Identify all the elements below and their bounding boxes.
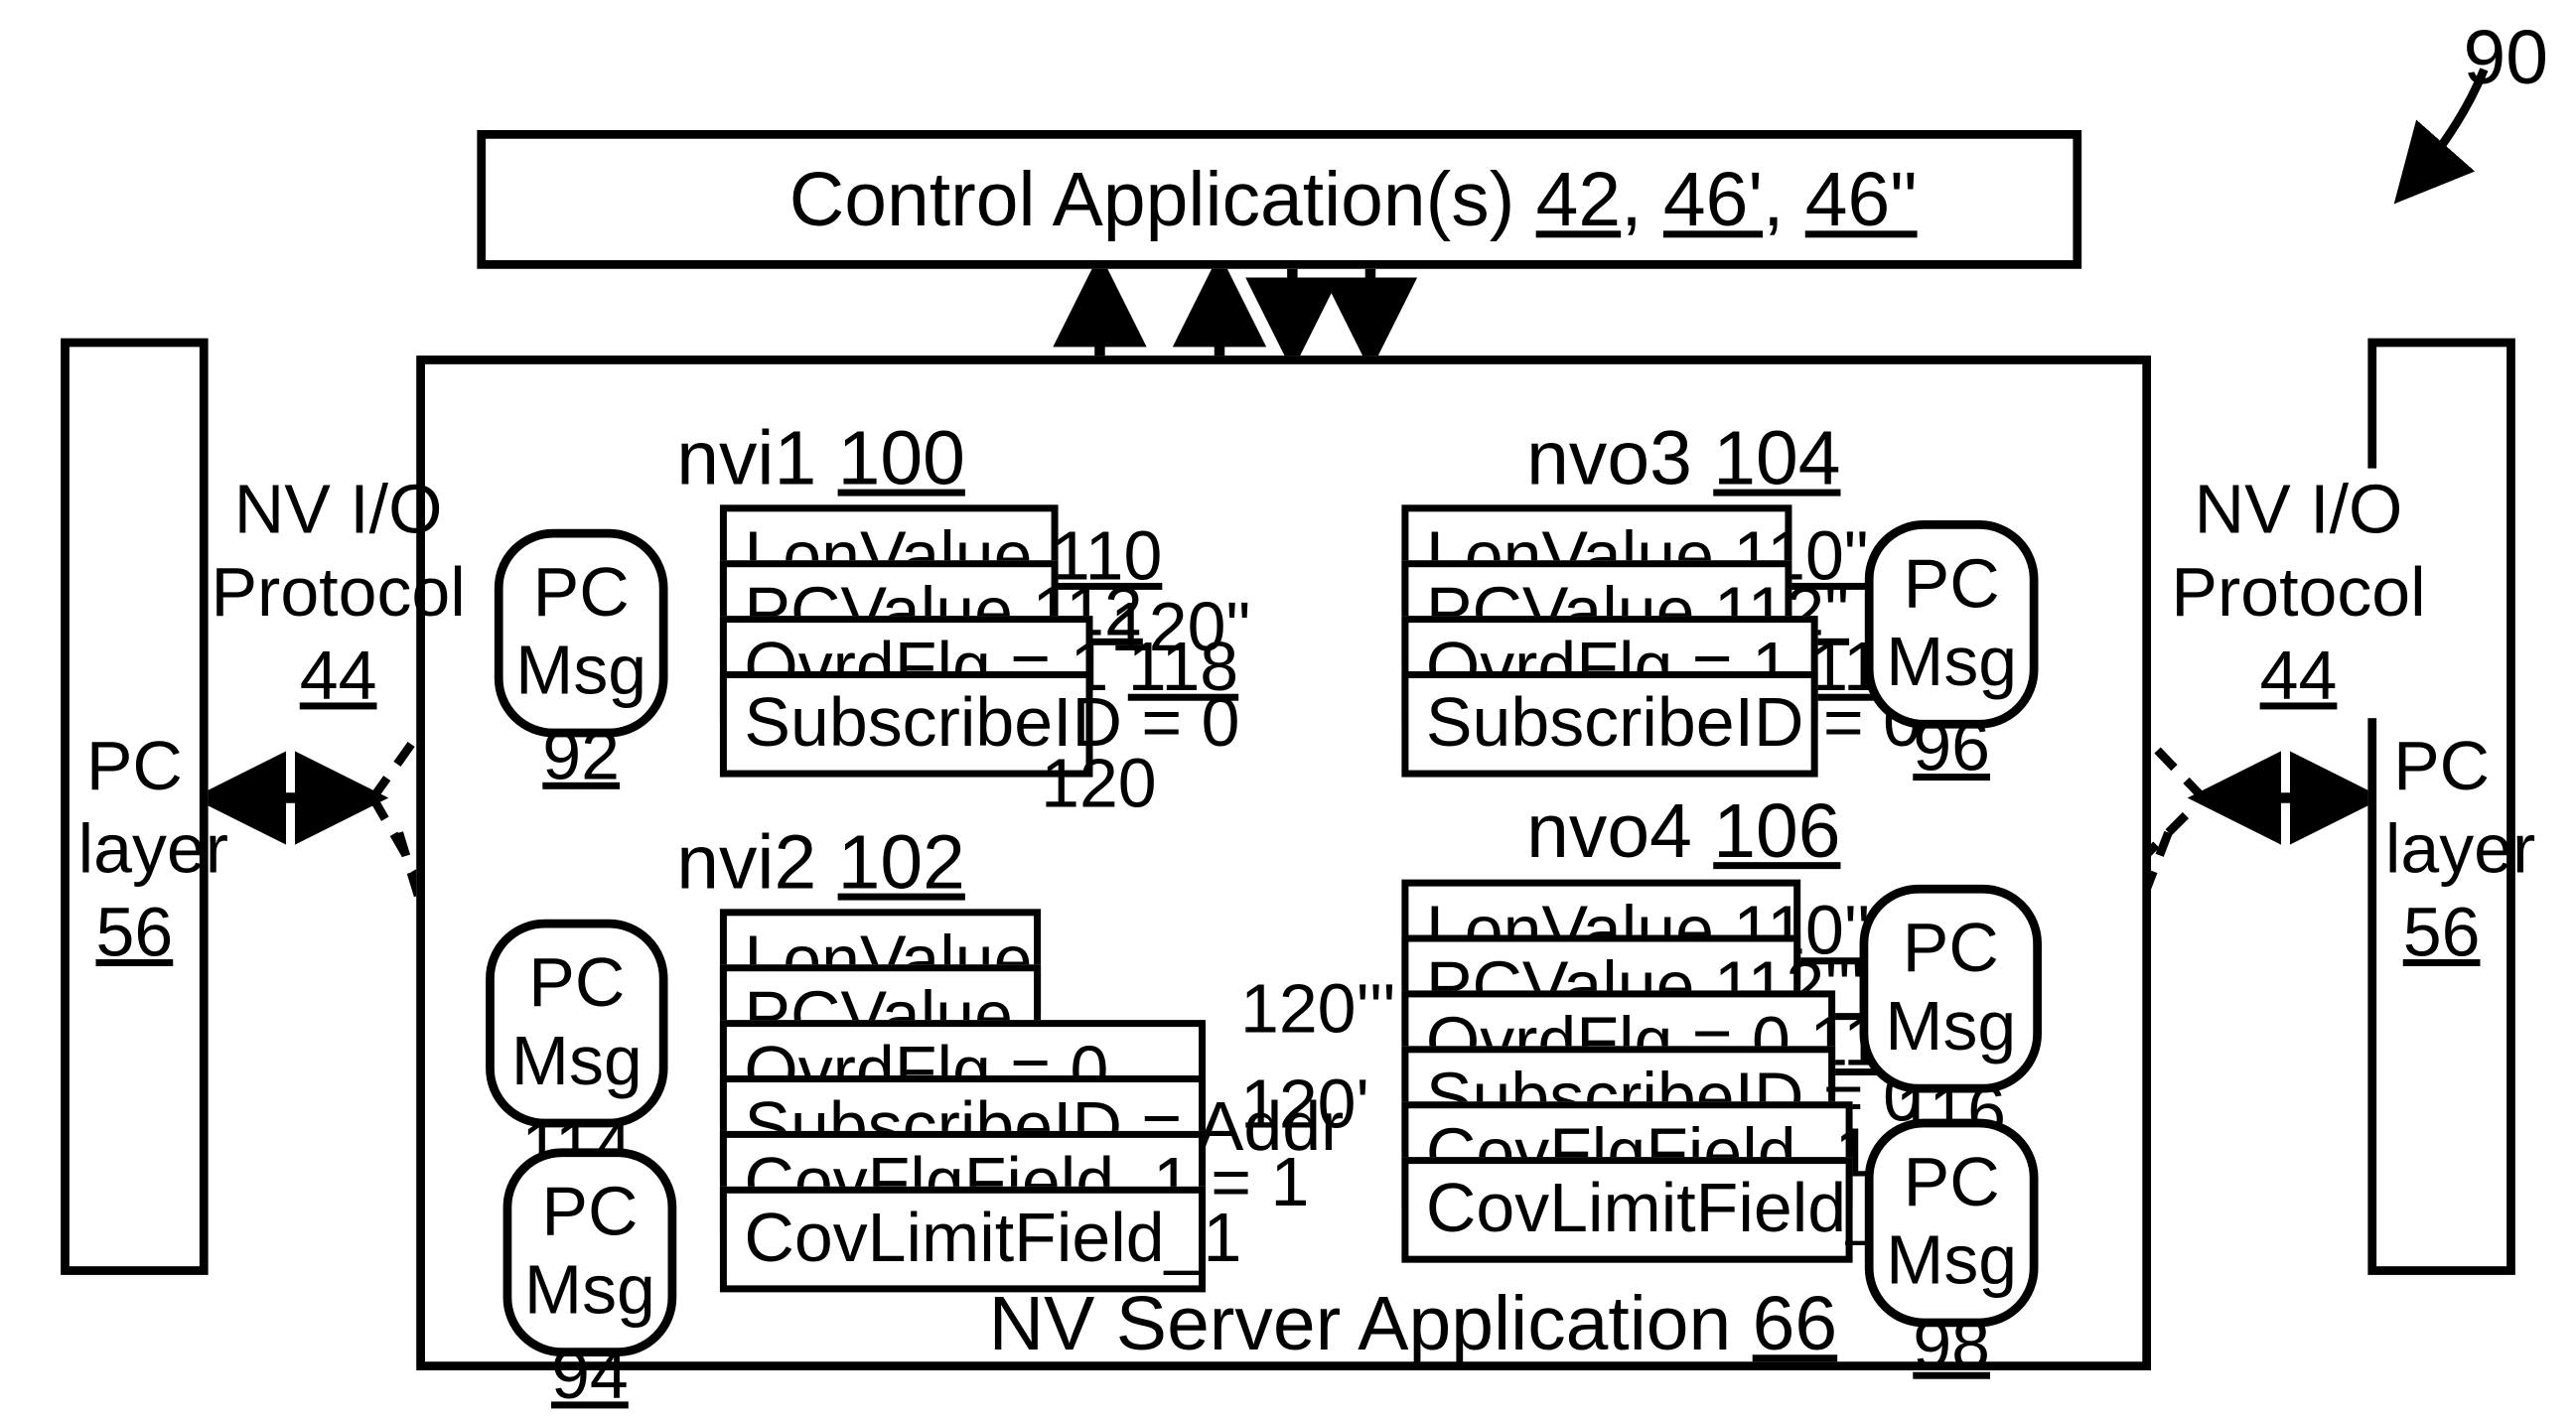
nvo3-banner-text: nvo3 104 (1526, 416, 1840, 502)
pcmsg-94: PCMsg94 (503, 1148, 677, 1356)
label-120: 120 (1041, 746, 1157, 822)
label-120ppp: 120''' (1240, 971, 1396, 1048)
nvo4-banner-text: nvo4 106 (1526, 789, 1840, 876)
nvio-right-label: NV I/O Protocol 44 (2169, 469, 2429, 719)
nvi2-banner-text: nvi2 102 (676, 820, 965, 907)
pc-layer-right-label: PC layer 56 (2385, 725, 2499, 975)
pcmsg-116: PCMsg116 (1860, 885, 2042, 1093)
pcmsg-98: PCMsg98 (1865, 1119, 2039, 1328)
control-app-ref0: 42 (1536, 158, 1622, 243)
label-120p: 120' (1240, 1066, 1369, 1143)
nvo4-row5: CovLimitField_1 (1401, 1157, 1852, 1263)
nv-server-text: NV Server Application (989, 1282, 1732, 1367)
nv-server-ref: 66 (1753, 1282, 1838, 1367)
figure-ref-90: 90 (2463, 17, 2548, 101)
nvo3-row3: SubscribeID = 0 (1401, 671, 1817, 778)
control-app-text: Control Application(s) (789, 158, 1515, 243)
control-app-ref2: 46" (1805, 158, 1918, 243)
control-app-ref1: 46' (1663, 158, 1763, 243)
nvi1-row3: SubscribeID = 0 (720, 671, 1093, 778)
pcmsg-114: PCMsg114 (486, 920, 667, 1128)
nvi2-row5: CovLimitField_1 (720, 1187, 1206, 1293)
nv-server-label: NV Server Application 66 (989, 1284, 1838, 1368)
pcmsg-92: PCMsg92 (495, 529, 668, 738)
control-application-label: Control Application(s) 42, 46', 46" (789, 160, 1918, 244)
pc-layer-left-label: PC layer 56 (78, 725, 192, 975)
nvi1-banner-text: nvi1 100 (676, 416, 965, 502)
nvio-left-label: NV I/O Protocol 44 (209, 469, 469, 719)
pcmsg-96: PCMsg96 (1865, 520, 2039, 729)
label-120pp: 120" (1110, 590, 1250, 666)
